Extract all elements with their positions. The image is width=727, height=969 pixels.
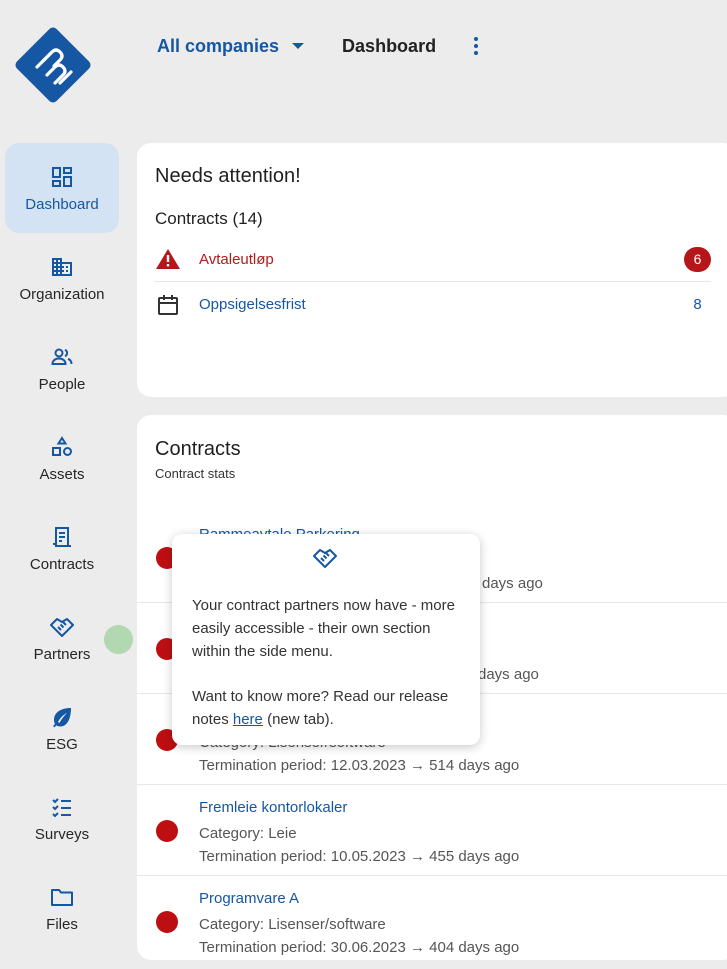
sidebar-item-label: Assets: [39, 465, 85, 483]
sidebar-item-esg[interactable]: ESG: [5, 683, 119, 773]
attention-row-label: Oppsigelsesfrist: [199, 296, 306, 313]
sidebar-item-assets[interactable]: Assets: [5, 413, 119, 503]
contract-row[interactable]: Programvare A Category: Lisenser/softwar…: [137, 876, 727, 960]
status-dot: [156, 911, 178, 933]
needs-attention-title: Needs attention!: [155, 165, 301, 187]
popup-message: Your contract partners now have - more e…: [192, 597, 455, 660]
sidebar-item-label: Organization: [19, 285, 105, 303]
contracts-subtitle: Contract stats: [155, 466, 236, 481]
touch-indicator: [104, 625, 133, 654]
contract-row[interactable]: Fremleie kontorlokaler Category: Leie Te…: [137, 785, 727, 876]
contract-title-link[interactable]: Fremleie kontorlokaler: [199, 799, 347, 816]
more-options-icon[interactable]: [469, 34, 483, 58]
sidebar-item-dashboard[interactable]: Dashboard: [5, 143, 119, 233]
attention-row-avtaleutlop[interactable]: Avtaleutløp 6: [155, 237, 711, 282]
contract-termination: days ago: [482, 575, 543, 592]
needs-attention-card: Needs attention! Contracts (14) Avtaleut…: [137, 143, 727, 397]
company-selector[interactable]: All companies: [157, 35, 305, 57]
checklist-icon: [49, 794, 75, 820]
sidebar-item-partners[interactable]: Partners: [5, 593, 119, 683]
page-title: Dashboard: [342, 35, 437, 56]
contract-category: Category: Lisenser/software: [199, 916, 386, 933]
sidebar-item-contracts[interactable]: Contracts: [5, 503, 119, 593]
attention-count-badge: 6: [684, 246, 711, 272]
contract-termination: Termination period: 12.03.2023 → 514 day…: [199, 757, 520, 774]
calendar-icon: [155, 293, 181, 317]
chevron-down-icon: [292, 43, 305, 49]
folder-icon: [49, 884, 75, 910]
contracts-title: Contracts: [155, 438, 241, 460]
attention-row-oppsigelsesfrist[interactable]: Oppsigelsesfrist 8: [155, 282, 711, 327]
sidebar-item-label: Contracts: [29, 555, 95, 573]
partners-announcement-popup: Your contract partners now have - more e…: [172, 534, 480, 745]
contract-termination: Termination period: 10.05.2023 → 455 day…: [199, 848, 520, 865]
sidebar-item-organization[interactable]: Organization: [5, 233, 119, 323]
warning-icon: [155, 248, 181, 270]
dashboard-icon: [49, 164, 75, 190]
sidebar-item-files[interactable]: Files: [5, 863, 119, 953]
company-logo[interactable]: [11, 23, 95, 107]
contract-termination: Termination period: 30.06.2023 → 404 day…: [199, 939, 520, 956]
people-icon: [49, 344, 75, 370]
contracts-count-heading: Contracts (14): [155, 209, 263, 228]
sidebar-item-label: Surveys: [34, 825, 90, 843]
sidebar-item-label: People: [38, 375, 86, 393]
sidebar-item-label: Files: [46, 915, 78, 933]
release-notes-link[interactable]: here: [233, 711, 263, 728]
sidebar-item-people[interactable]: People: [5, 323, 119, 413]
attention-row-label: Avtaleutløp: [199, 250, 274, 268]
popup-release-notes-suffix: (new tab).: [262, 711, 334, 728]
contract-category: Category: Leie: [199, 825, 297, 842]
status-dot: [156, 820, 178, 842]
sidebar-item-label: ESG: [46, 735, 78, 753]
popup-release-notes: Want to know more? Read our release note…: [192, 685, 462, 731]
handshake-icon: [311, 546, 339, 570]
sidebar: Dashboard Organization People Assets Con…: [5, 143, 119, 953]
handshake-icon: [49, 614, 75, 640]
sidebar-item-surveys[interactable]: Surveys: [5, 773, 119, 863]
leaf-icon: [49, 704, 75, 730]
sidebar-item-label: Dashboard: [25, 195, 99, 213]
contract-title-link[interactable]: Programvare A: [199, 890, 299, 907]
contract-termination: days ago: [478, 666, 539, 683]
company-selector-label: All companies: [157, 35, 280, 56]
assets-icon: [49, 434, 75, 460]
building-icon: [49, 254, 75, 280]
contract-document-icon: [49, 524, 75, 550]
sidebar-item-label: Partners: [33, 645, 91, 663]
attention-count: 8: [693, 296, 702, 313]
top-bar: All companies Dashboard: [157, 30, 483, 62]
